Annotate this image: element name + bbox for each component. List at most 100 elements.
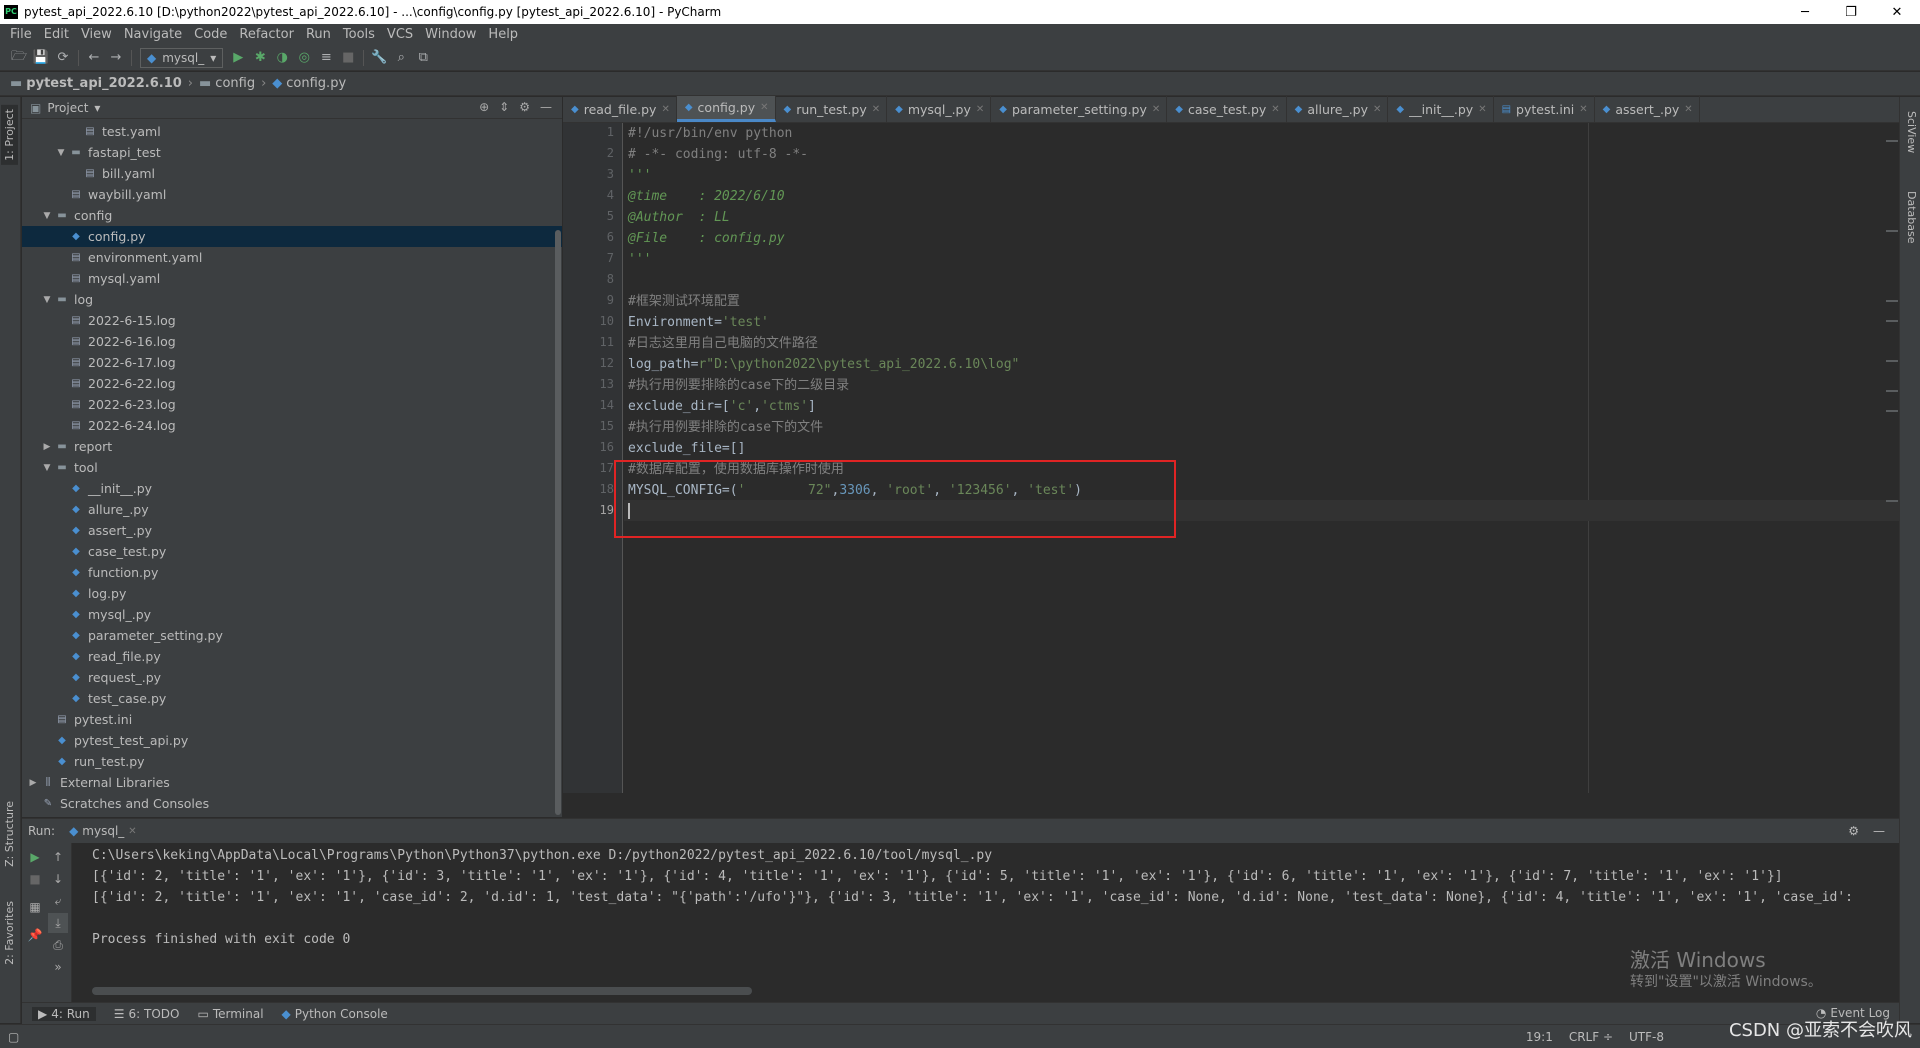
structure-tool-tab[interactable]: Z: Structure — [1, 797, 18, 871]
expanded-arrow-icon[interactable]: ▼ — [40, 211, 54, 221]
tree-node[interactable]: ▤ 2022-6-24.log — [22, 415, 562, 436]
error-stripe-mark[interactable] — [1886, 390, 1898, 392]
error-stripe-mark[interactable] — [1886, 360, 1898, 362]
scroll-up-icon[interactable]: ↑ — [48, 847, 68, 867]
hide-icon[interactable]: — — [1873, 824, 1885, 838]
tool-tab-todo[interactable]: ☰ 6: TODO — [114, 1007, 180, 1021]
breadcrumb-folder[interactable]: ▬ config — [199, 76, 255, 91]
rerun-icon[interactable]: ▶ — [25, 847, 45, 867]
gear-icon[interactable]: ⚙ — [519, 100, 530, 114]
error-stripe-mark[interactable] — [1886, 230, 1898, 232]
close-button[interactable]: ✕ — [1874, 0, 1920, 24]
print-icon[interactable]: ⎙ — [48, 935, 68, 955]
editor-tab[interactable]: ◆ run_test.py ✕ — [776, 96, 888, 122]
tree-node[interactable]: ◆ allure_.py — [22, 499, 562, 520]
menu-item-file[interactable]: File — [4, 27, 38, 42]
tree-node[interactable]: ◆ log.py — [22, 583, 562, 604]
collapsed-arrow-icon[interactable]: ▶ — [40, 442, 54, 452]
tree-node[interactable]: ▤ bill.yaml — [22, 163, 562, 184]
hide-icon[interactable]: — — [540, 100, 552, 114]
close-tab-icon[interactable]: ✕ — [872, 104, 880, 115]
menu-item-window[interactable]: Window — [419, 27, 482, 42]
tree-node[interactable]: ▤ test.yaml — [22, 121, 562, 142]
error-stripe-mark[interactable] — [1886, 410, 1898, 412]
pin-icon[interactable]: 📌 — [25, 925, 45, 945]
tree-node[interactable]: ▼ ▬ fastapi_test — [22, 142, 562, 163]
editor-tab[interactable]: ◆ config.py ✕ — [676, 96, 776, 122]
error-stripe-mark[interactable] — [1886, 300, 1898, 302]
console-output[interactable]: C:\Users\keking\AppData\Local\Programs\P… — [92, 845, 1892, 950]
close-tab-icon[interactable]: ✕ — [976, 104, 984, 115]
menu-item-vcs[interactable]: VCS — [381, 27, 419, 42]
open-folder-icon[interactable]: 🗁 — [8, 47, 30, 69]
menu-item-view[interactable]: View — [75, 27, 118, 42]
layout-icon[interactable]: ▦ — [25, 897, 45, 917]
tree-node[interactable]: ▼ ▬ tool — [22, 457, 562, 478]
tree-node[interactable]: ◆ assert_.py — [22, 520, 562, 541]
tool-tab-terminal[interactable]: ▭ Terminal — [197, 1007, 263, 1021]
minimize-button[interactable]: ─ — [1782, 0, 1828, 24]
tool-tab-python-console[interactable]: ◆ Python Console — [282, 1007, 388, 1021]
run-icon[interactable]: ▶ — [227, 47, 249, 69]
scroll-to-end-icon[interactable]: ⤓ — [48, 913, 68, 933]
tree-node[interactable]: ◆ __init__.py — [22, 478, 562, 499]
close-tab-icon[interactable]: ✕ — [661, 104, 669, 115]
expanded-arrow-icon[interactable]: ▼ — [40, 463, 54, 473]
code-editor[interactable]: #!/usr/bin/env python # -*- coding: utf-8… — [628, 123, 1898, 793]
project-panel-title[interactable]: Project — [47, 101, 88, 115]
soft-wrap-icon[interactable]: ⤶ — [48, 891, 68, 911]
expanded-arrow-icon[interactable]: ▼ — [40, 295, 54, 305]
toggle-tool-windows-icon[interactable]: ▢ — [8, 1030, 19, 1044]
error-stripe-mark[interactable] — [1886, 500, 1898, 502]
database-tool-tab[interactable]: Database — [1903, 187, 1920, 248]
tree-node[interactable]: ◆ parameter_setting.py — [22, 625, 562, 646]
editor-tab[interactable]: ◆ __init__.py ✕ — [1388, 96, 1494, 122]
editor-tab[interactable]: ◆ case_test.py ✕ — [1167, 96, 1287, 122]
editor-tab[interactable]: ◆ read_file.py ✕ — [563, 96, 677, 122]
project-tool-tab[interactable]: 1: Project — [1, 105, 18, 165]
tree-node[interactable]: ▤ pytest.ini — [22, 709, 562, 730]
search-icon[interactable]: ⌕ — [390, 47, 412, 69]
favorites-tool-tab[interactable]: 2: Favorites — [1, 897, 18, 969]
tree-node[interactable]: ◆ function.py — [22, 562, 562, 583]
tree-node[interactable]: ▤ environment.yaml — [22, 247, 562, 268]
close-tab-icon[interactable]: ✕ — [1271, 104, 1279, 115]
tree-node[interactable]: ◆ pytest_test_api.py — [22, 730, 562, 751]
vcs-icon[interactable]: ⧉ — [412, 47, 434, 69]
tree-node[interactable]: ◆ read_file.py — [22, 646, 562, 667]
debug-icon[interactable]: ✱ — [249, 47, 271, 69]
tree-node[interactable]: ◆ run_test.py — [22, 751, 562, 772]
error-stripe-mark[interactable] — [1886, 140, 1898, 142]
close-tab-icon[interactable]: ✕ — [1684, 104, 1692, 115]
breadcrumb-file[interactable]: ◆ config.py — [272, 76, 346, 91]
menu-item-help[interactable]: Help — [482, 27, 524, 42]
menu-item-refactor[interactable]: Refactor — [233, 27, 300, 42]
run-tab-mysql[interactable]: ◆ mysql_ ✕ — [63, 824, 143, 838]
tree-node[interactable]: ▤ 2022-6-15.log — [22, 310, 562, 331]
menu-item-run[interactable]: Run — [300, 27, 337, 42]
tree-node[interactable]: ▤ 2022-6-22.log — [22, 373, 562, 394]
profile-icon[interactable]: ◎ — [293, 47, 315, 69]
tree-node[interactable]: ▶ ▬ report — [22, 436, 562, 457]
forward-arrow-icon[interactable]: → — [105, 47, 127, 69]
editor-tab[interactable]: ▤ pytest.ini ✕ — [1494, 96, 1595, 122]
close-tab-icon[interactable]: ✕ — [760, 102, 768, 113]
tree-node[interactable]: ✎ Scratches and Consoles — [22, 793, 562, 814]
file-encoding[interactable]: UTF-8 — [1629, 1030, 1664, 1044]
menu-item-code[interactable]: Code — [188, 27, 233, 42]
tree-node[interactable]: ◆ test_case.py — [22, 688, 562, 709]
wrench-icon[interactable]: 🔧 — [368, 47, 390, 69]
close-tab-icon[interactable]: ✕ — [1478, 104, 1486, 115]
tree-node[interactable]: ◆ request_.py — [22, 667, 562, 688]
close-icon[interactable]: ✕ — [128, 826, 136, 837]
editor-tab[interactable]: ◆ allure_.py ✕ — [1287, 96, 1389, 122]
close-tab-icon[interactable]: ✕ — [1152, 104, 1160, 115]
close-tab-icon[interactable]: ✕ — [1579, 104, 1587, 115]
concurrency-icon[interactable]: ≡ — [315, 47, 337, 69]
scroll-down-icon[interactable]: ↓ — [48, 869, 68, 889]
gear-icon[interactable]: ⚙ — [1848, 824, 1859, 838]
close-tab-icon[interactable]: ✕ — [1373, 104, 1381, 115]
error-stripe-mark[interactable] — [1886, 320, 1898, 322]
tree-node[interactable]: ▤ 2022-6-17.log — [22, 352, 562, 373]
tree-node[interactable]: ▤ 2022-6-23.log — [22, 394, 562, 415]
